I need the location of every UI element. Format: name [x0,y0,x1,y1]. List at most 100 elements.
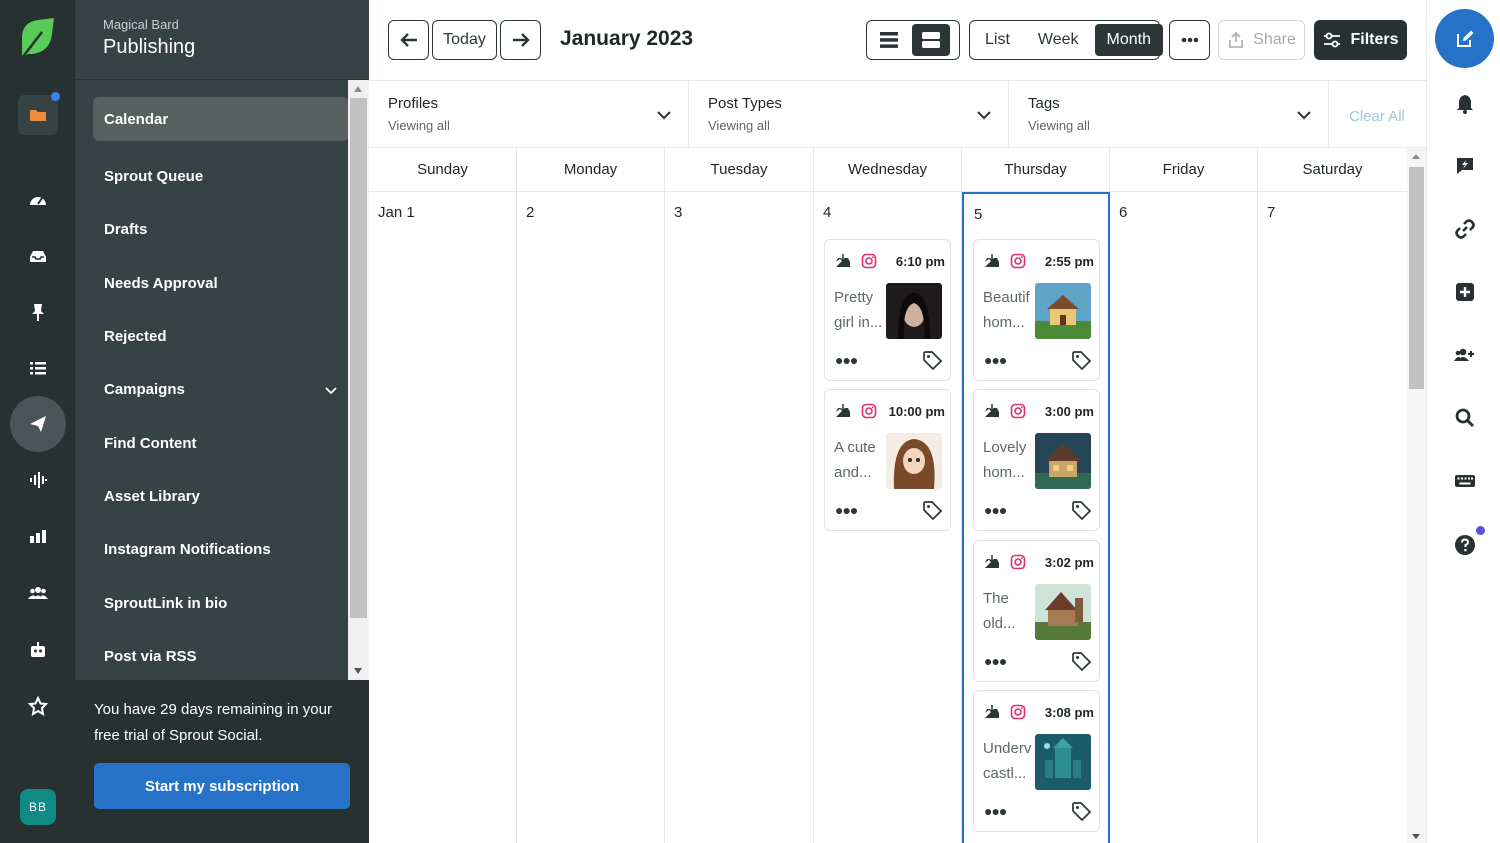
day-cell-wednesday[interactable]: 4 6:10 pm Pretty girl in... ●●● 10:00 pm… [814,192,962,843]
sidebar-scrollbar[interactable] [348,80,369,680]
profiles-filter[interactable]: Profiles Viewing all [369,81,689,148]
sidebar-item-asset-library[interactable]: Asset Library [93,470,349,523]
day-cell-tuesday[interactable]: 3 [665,192,814,843]
view-list-tab[interactable]: List [973,24,1022,56]
start-subscription-button[interactable]: Start my subscription [94,763,350,809]
scroll-thumb[interactable] [1409,167,1424,389]
filter-value: Viewing all [388,118,450,133]
chevron-down-icon [657,111,671,120]
filters-button[interactable]: Filters [1314,20,1407,60]
sidebar-item-drafts[interactable]: Drafts [93,203,349,256]
expanded-view-button[interactable] [870,24,908,56]
inbox-icon[interactable] [18,236,58,276]
date-label: 7 [1267,204,1276,221]
post-text: The old... [983,586,1039,636]
add-user-icon[interactable] [1453,343,1477,367]
calendar-main: Today January 2023 List Week Month Share… [369,0,1426,843]
sidebar-item-instagram-notifications[interactable]: Instagram Notifications [93,523,349,576]
dashboard-icon[interactable] [18,180,58,220]
scroll-down-arrow[interactable] [354,668,362,674]
instagram-icon [1010,704,1026,720]
pin-icon[interactable] [18,292,58,332]
day-cell-monday[interactable]: 2 [517,192,665,843]
calendar-scrollbar[interactable] [1407,148,1426,843]
today-button[interactable]: Today [432,20,497,60]
day-cell-sunday[interactable]: Jan 1 [369,192,517,843]
tag-icon[interactable] [922,500,942,520]
utility-rail [1426,0,1500,843]
compose-button[interactable] [1435,9,1494,68]
scroll-up-arrow[interactable] [354,86,362,92]
share-button[interactable]: Share [1218,20,1305,60]
view-month-tab[interactable]: Month [1094,24,1163,56]
sidebar-item-needs-approval[interactable]: Needs Approval [93,257,349,310]
post-types-filter[interactable]: Post Types Viewing all [689,81,1009,148]
sidebar-item-campaigns[interactable]: Campaigns [93,363,349,416]
user-avatar[interactable]: BB [20,789,56,825]
keyboard-icon[interactable] [1453,469,1477,493]
sidebar-item-calendar[interactable]: Calendar [93,97,349,141]
publishing-send-icon[interactable] [10,396,66,452]
scroll-thumb[interactable] [350,98,367,618]
ellipsis-icon[interactable]: ●●● [984,653,1007,669]
link-icon[interactable] [1453,217,1477,241]
notification-dot [1476,526,1485,535]
post-card[interactable]: 2:55 pm Beautif hom... ●●● [973,239,1100,381]
post-card[interactable]: 3:02 pm The old... ●●● [973,540,1100,682]
compact-view-button[interactable] [912,24,950,56]
ellipsis-icon[interactable]: ●●● [835,502,858,518]
instagram-icon [1010,253,1026,269]
scroll-down-arrow[interactable] [1412,834,1420,839]
post-text-line: Lovely [983,439,1027,456]
help-question-icon[interactable] [1453,526,1485,557]
listening-wave-icon[interactable] [18,460,58,500]
tag-icon[interactable] [1071,500,1091,520]
notifications-bell-icon[interactable] [1453,92,1477,116]
sidebar-item-sprout-queue[interactable]: Sprout Queue [93,150,349,203]
prev-month-button[interactable] [388,20,429,60]
tag-icon[interactable] [1071,651,1091,671]
sliders-icon [1324,32,1341,48]
ellipsis-icon[interactable]: ●●● [984,803,1007,819]
app-root: BB Magical Bard Publishing Calendar Spro… [0,0,1500,843]
post-card[interactable]: 3:00 pm Lovely hom... ●●● [973,389,1100,531]
ellipsis-icon[interactable]: ●●● [984,502,1007,518]
tag-icon[interactable] [1071,801,1091,821]
bot-icon[interactable] [18,630,58,670]
day-cell-saturday[interactable]: 7 [1258,192,1407,843]
sidebar-item-rejected[interactable]: Rejected [93,310,349,363]
people-icon[interactable] [18,573,58,613]
next-month-button[interactable] [500,20,541,60]
ellipsis-icon[interactable]: ●●● [984,352,1007,368]
sidebar-item-find-content[interactable]: Find Content [93,416,349,469]
add-plus-icon[interactable] [1453,280,1477,304]
search-icon[interactable] [1453,406,1477,430]
more-options-button[interactable] [1169,20,1210,60]
filter-value: Viewing all [1028,118,1090,133]
review-star-icon[interactable] [18,686,58,726]
sidebar-item-rss[interactable]: Post via RSS [93,630,349,683]
list-icon[interactable] [18,348,58,388]
post-card[interactable]: 6:10 pm Pretty girl in... ●●● [824,239,951,381]
folder-icon[interactable] [18,92,60,135]
day-header: Monday [517,148,665,192]
post-card[interactable]: 3:08 pm Underv castl... ●●● [973,690,1100,832]
tag-icon[interactable] [922,350,942,370]
reports-chart-icon[interactable] [18,517,58,557]
tags-filter[interactable]: Tags Viewing all [1009,81,1329,148]
post-text: Beautif hom... [983,285,1039,335]
activity-chat-icon[interactable] [1453,154,1477,178]
sidebar-item-sproutlink[interactable]: SproutLink in bio [93,576,349,629]
clear-all-link[interactable]: Clear All [1349,108,1405,125]
post-text-line: A cute [834,439,876,456]
share-label: Share [1253,31,1296,48]
post-card[interactable]: 10:00 pm A cute and... ●●● [824,389,951,531]
view-week-tab[interactable]: Week [1026,24,1091,56]
scroll-up-arrow[interactable] [1412,154,1420,159]
tag-icon[interactable] [1071,350,1091,370]
sprout-logo-icon[interactable] [18,18,56,60]
day-cell-thursday-today[interactable]: 5 2:55 pm Beautif hom... ●●● 3:00 pm Lov… [962,192,1110,843]
date-label: 2 [526,204,535,221]
day-cell-friday[interactable]: 6 [1110,192,1258,843]
ellipsis-icon[interactable]: ●●● [835,352,858,368]
